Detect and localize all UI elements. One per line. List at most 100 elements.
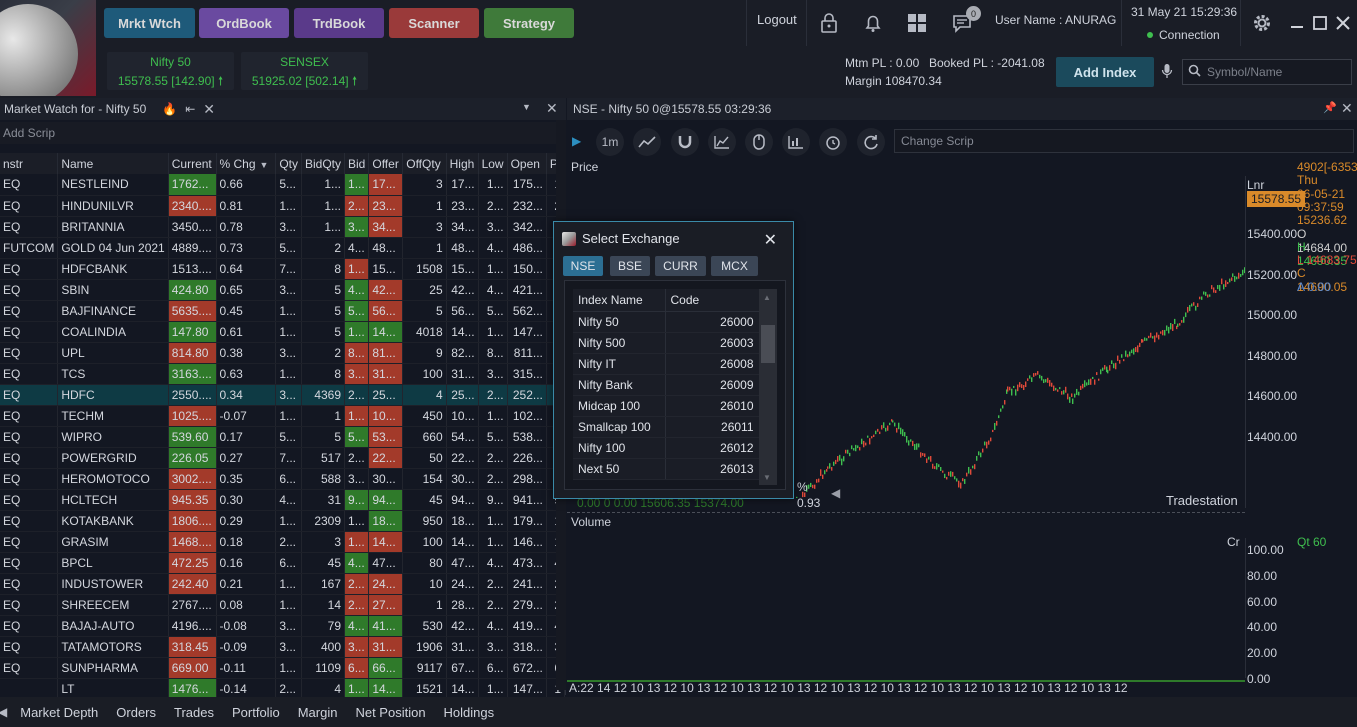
column-header[interactable]: BidQty — [301, 153, 346, 174]
table-row[interactable]: EQ TCS 3163.... 0.63 1... 8 3... 31... 100 31... 3… — [0, 363, 566, 385]
table-row[interactable]: EQ NESTLEIND 1762... 0.66 5... 1... 1... 17... 3… — [0, 174, 566, 196]
list-item[interactable]: Nifty 500 26003 — [573, 332, 760, 354]
table-row[interactable]: EQ HINDUNILVR 2340.... 0.81 1... 1... 2... 23..… — [0, 195, 566, 217]
symbol-search[interactable] — [1182, 59, 1352, 85]
column-header[interactable]: Name — [57, 153, 169, 174]
tab-curr[interactable]: CURR — [655, 256, 706, 276]
table-row[interactable]: EQ GRASIM 1468.... 0.18 2... 3 1... 14... 100 14.… — [0, 531, 566, 553]
alarm-icon[interactable] — [819, 128, 847, 156]
table-row[interactable]: EQ SUNPHARMA 669.00 -0.11 1... 1109 6... 66... 9… — [0, 657, 566, 679]
nav-scanner-button[interactable]: Scanner — [389, 8, 479, 38]
scroll-down-icon[interactable]: ▼ — [763, 473, 771, 482]
list-item[interactable]: Nifty 100 26012 — [573, 437, 760, 459]
column-header[interactable]: Qty — [275, 153, 302, 174]
tab-nse[interactable]: NSE — [563, 256, 603, 276]
column-header[interactable]: High — [446, 153, 479, 174]
col-code[interactable]: Code — [665, 289, 760, 312]
table-row[interactable]: EQ COALINDIA 147.80 0.61 1... 5 1... 14... 4018 1… — [0, 321, 566, 343]
table-row[interactable]: EQ BAJFINANCE 5635.... 0.45 1... 5 5... 56... 5 5… — [0, 300, 566, 322]
col-index-name[interactable]: Index Name — [573, 289, 666, 312]
column-header[interactable]: Open — [507, 153, 547, 174]
gear-icon[interactable] — [1249, 10, 1275, 36]
table-row[interactable]: EQ UPL 814.80 0.38 3... 2 8... 81... 9 82... 8... 8… — [0, 342, 566, 364]
tab-mcx[interactable]: MCX — [711, 256, 758, 276]
magnet-icon[interactable] — [671, 128, 699, 156]
panel-close-icon[interactable]: ✕ — [203, 101, 215, 118]
table-row[interactable]: EQ KOTAKBANK 1806.... 0.29 1... 2309 1... 18...… — [0, 510, 566, 532]
table-row[interactable]: EQ TECHM 1025.... -0.07 1... 1 1... 10... 450 10.… — [0, 405, 566, 427]
search-input[interactable] — [1207, 65, 1347, 79]
toolbar-expand-icon[interactable]: ▶ — [572, 134, 581, 148]
nav-ordbook-button[interactable]: OrdBook — [199, 8, 289, 38]
index-scrollbar[interactable]: ▲ ▼ — [759, 289, 777, 485]
table-row[interactable]: EQ POWERGRID 226.05 0.27 7... 517 2... 22... 50 2… — [0, 447, 566, 469]
close-icon[interactable] — [1330, 10, 1356, 36]
nav-trdbook-button[interactable]: TrdBook — [294, 8, 384, 38]
area-chart-icon[interactable] — [708, 128, 736, 156]
message-icon[interactable]: 0 — [949, 6, 981, 36]
scroll-up-icon[interactable]: ▲ — [763, 293, 771, 302]
bottom-tab-orders[interactable]: Orders — [107, 705, 165, 720]
nav-strategy-button[interactable]: Strategy — [484, 8, 574, 38]
list-item[interactable]: Nifty IT 26008 — [573, 353, 760, 375]
table-row[interactable]: EQ SBIN 424.80 0.65 3... 5 4... 42... 25 42... 4..… — [0, 279, 566, 301]
table-row[interactable]: EQ BAJAJ-AUTO 4196.... -0.08 3... 79 4... 41...… — [0, 615, 566, 637]
change-scrip-input[interactable]: Change Scrip — [894, 129, 1354, 153]
table-row[interactable]: EQ HDFCBANK 1513.... 0.64 7... 8 1... 15... 1508… — [0, 258, 566, 280]
flame-icon[interactable]: 🔥 — [162, 102, 177, 116]
microphone-icon[interactable] — [1161, 63, 1173, 82]
table-row[interactable]: LT 1476... -0.14 2... 4 1... 14... 1521 14... 1..… — [0, 678, 566, 700]
table-row[interactable]: EQ INDUSTOWER 242.40 0.21 1... 167 2... 24... 10… — [0, 573, 566, 595]
ticker-nifty50[interactable]: Nifty 50 15578.55 [142.90] 🠕 — [107, 52, 234, 90]
lock-icon[interactable] — [816, 10, 842, 36]
tab-bse[interactable]: BSE — [610, 256, 650, 276]
dialog-close-icon[interactable]: ✕ — [764, 230, 777, 250]
bell-icon[interactable] — [860, 10, 886, 36]
panel-close-icon[interactable]: ✕ — [546, 100, 558, 117]
interval-button[interactable]: 1m — [596, 128, 624, 156]
table-row[interactable]: EQ HEROMOTOCO 3002.... 0.35 6... 588 3... 30...… — [0, 468, 566, 490]
bottom-tab-net-position[interactable]: Net Position — [346, 705, 434, 720]
add-scrip-input[interactable]: Add Scrip — [0, 122, 556, 144]
line-chart-icon[interactable] — [633, 128, 661, 156]
panel-menu-icon[interactable]: ▼ — [522, 102, 531, 112]
table-row[interactable]: EQ HCLTECH 945.35 0.30 4... 31 9... 94... 45 94..… — [0, 489, 566, 511]
collapse-left-icon[interactable]: ◀ — [831, 486, 840, 500]
column-header[interactable]: Bid — [344, 153, 370, 174]
bottom-tab-trades[interactable]: Trades — [165, 705, 223, 720]
indicator-icon[interactable] — [782, 128, 810, 156]
table-row[interactable]: EQ HDFC 2550.... 0.34 3... 4369 2... 25... 4 25..… — [0, 384, 566, 406]
mouse-icon[interactable] — [745, 128, 773, 156]
table-row[interactable]: EQ SHREECEM 2767.... 0.08 1... 14 2... 27... 1 28… — [0, 594, 566, 616]
list-item[interactable]: Smallcap 100 26011 — [573, 416, 760, 438]
pin-left-icon[interactable]: ⇤ — [185, 102, 195, 116]
column-header[interactable]: nstr — [0, 153, 59, 174]
nav-mrkt-wtch-button[interactable]: Mrkt Wtch — [104, 8, 195, 38]
logout-button[interactable]: Logout — [757, 12, 797, 27]
column-header[interactable]: Low — [478, 153, 508, 174]
list-item[interactable]: Nifty Bank 26009 — [573, 374, 760, 396]
ticker-sensex[interactable]: SENSEX 51925.02 [502.14] 🠕 — [241, 52, 368, 90]
list-item[interactable]: Midcap 100 26010 — [573, 395, 760, 417]
table-row[interactable]: EQ WIPRO 539.60 0.17 5... 5 5... 53... 660 54... 5… — [0, 426, 566, 448]
dashboard-icon[interactable] — [904, 10, 930, 36]
table-row[interactable]: EQ BRITANNIA 3450.... 0.78 3... 1... 3... 34...… — [0, 216, 566, 238]
list-item[interactable]: Nifty 50 26000 — [573, 311, 760, 333]
scroll-thumb[interactable] — [761, 325, 775, 363]
column-header[interactable]: Current — [168, 153, 217, 174]
table-row[interactable]: FUTCOM GOLD 04 Jun 2021 4889.... 0.73 5... 2 4… — [0, 237, 566, 259]
bottom-tab-portfolio[interactable]: Portfolio — [223, 705, 289, 720]
column-header[interactable]: Offer — [368, 153, 404, 174]
bottom-tab-holdings[interactable]: Holdings — [435, 705, 504, 720]
column-header[interactable]: OffQty — [402, 153, 447, 174]
column-header[interactable]: % Chg ▼ — [216, 153, 277, 174]
bottom-tab-margin[interactable]: Margin — [289, 705, 347, 720]
bottom-tab-market-depth[interactable]: Market Depth — [11, 705, 107, 720]
list-item[interactable]: Next 50 26013 — [573, 458, 760, 480]
table-row[interactable]: EQ TATAMOTORS 318.45 -0.09 3... 400 3... 31... 1… — [0, 636, 566, 658]
table-row[interactable]: EQ BPCL 472.25 0.16 6... 45 4... 47... 80 47... 4.… — [0, 552, 566, 574]
pin-icon[interactable]: 📌 — [1323, 101, 1337, 114]
chart-close-icon[interactable]: ✕ — [1341, 100, 1353, 117]
tabs-scroll-left-icon[interactable]: ◀ — [0, 705, 7, 719]
refresh-icon[interactable] — [857, 128, 885, 156]
